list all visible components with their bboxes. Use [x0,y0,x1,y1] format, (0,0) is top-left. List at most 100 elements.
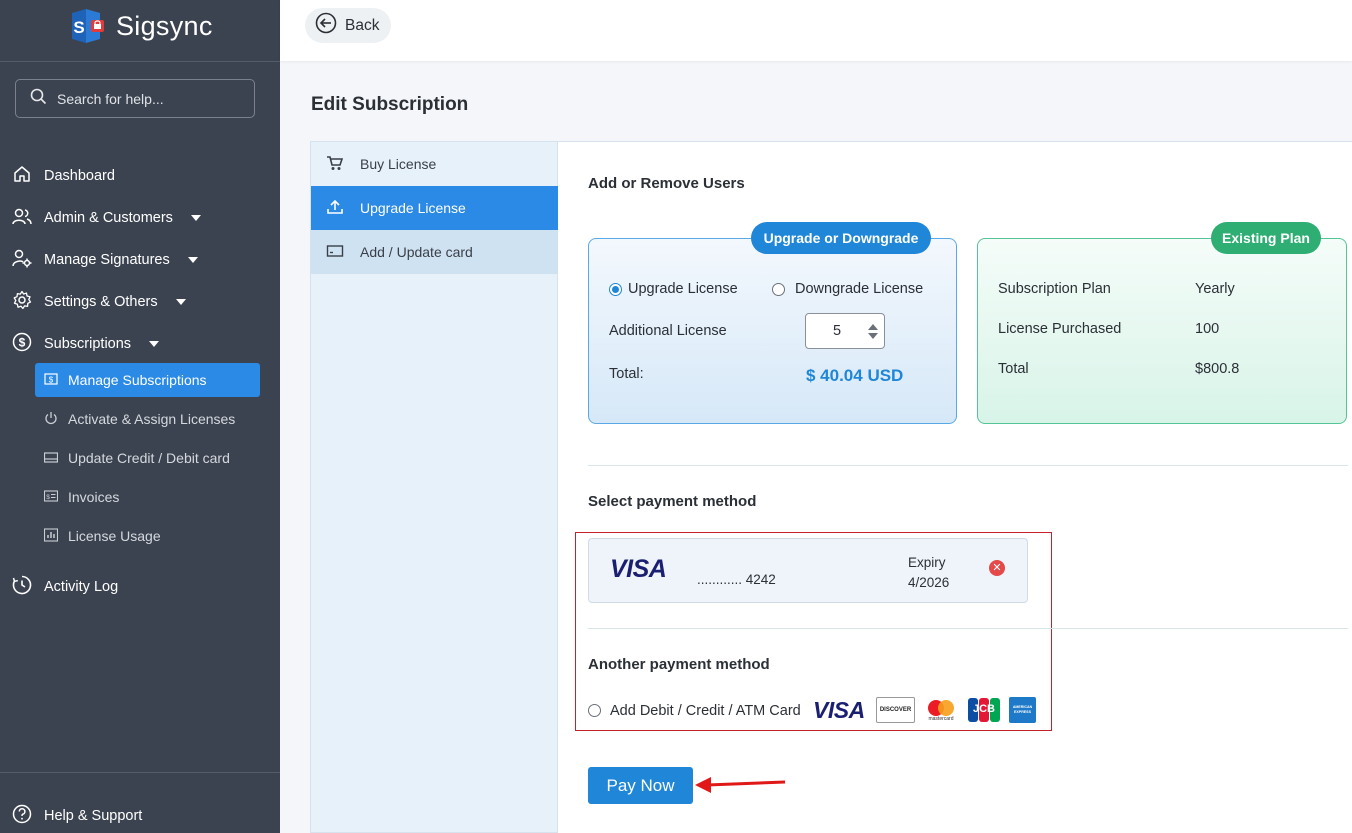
sidebar-item-label: Admin & Customers [44,210,173,226]
home-icon [12,164,32,188]
app-logo[interactable]: S Sigsync [70,8,213,44]
remove-card-icon[interactable]: ✕ [989,560,1005,576]
cart-icon [326,155,344,174]
tab-buy-license[interactable]: Buy License [311,142,558,186]
upgrade-downgrade-badge: Upgrade or Downgrade [751,222,931,254]
upgrade-license-label[interactable]: Upgrade License [628,281,738,297]
card-icon [326,243,344,262]
sidebar-subitem-label: License Usage [68,528,161,544]
caret-down-icon [175,299,186,305]
plan-row-label: License Purchased [998,321,1122,337]
sidebar-item-dashboard[interactable]: Dashboard [12,164,115,188]
additional-license-stepper[interactable]: 5 [805,313,885,349]
dollar-circle-icon: $ [12,332,32,356]
pay-now-button[interactable]: Pay Now [588,767,693,804]
sidebar-subitem-update-card[interactable]: Update Credit / Debit card [35,441,260,475]
upgrade-license-radio[interactable] [609,283,622,296]
svg-text:$: $ [19,336,26,350]
add-card-radio[interactable] [588,704,601,717]
sidebar-subitem-activate-assign[interactable]: Activate & Assign Licenses [35,402,260,436]
downgrade-license-radio[interactable] [772,283,785,296]
annotation-arrow-icon [695,777,786,793]
sidebar-subitem-invoices[interactable]: $ Invoices [35,480,260,514]
sidebar-item-label: Subscriptions [44,336,132,352]
card-expiry: Expiry 4/2026 [908,553,949,593]
svg-text:S: S [73,18,84,37]
sidebar-subitem-label: Manage Subscriptions [68,372,207,388]
visa-brand-icon: VISA [813,697,865,723]
sidebar-subitem-manage-subscriptions[interactable]: $ Manage Subscriptions [35,363,260,397]
plan-row-label: Total [998,361,1029,377]
saved-card[interactable]: VISA ............ 4242 Expiry 4/2026 ✕ [588,538,1028,603]
sidebar-divider [0,61,280,62]
another-payment-heading: Another payment method [588,656,770,673]
subscription-tabs: Buy License Upgrade License Add / Update… [310,141,558,833]
stepper-down-icon[interactable] [868,332,878,339]
amex-brand-icon: AMERICAN EXPRESS [1009,697,1036,723]
tab-label: Upgrade License [360,200,466,216]
downgrade-license-label[interactable]: Downgrade License [795,281,923,297]
jcb-brand-icon: JCB [967,697,1001,723]
caret-down-icon [190,215,201,221]
sidebar-item-manage-signatures[interactable]: Manage Signatures [12,248,198,272]
back-label: Back [345,16,380,34]
amex-brand-text: AMERICAN EXPRESS [1012,705,1033,714]
upgrade-downgrade-card: Upgrade or Downgrade Upgrade License Dow… [588,222,957,424]
bar-chart-icon [43,527,59,545]
expiry-label: Expiry [908,555,946,570]
upload-icon [326,199,344,218]
back-button[interactable]: Back [305,8,392,43]
sidebar-subitem-label: Invoices [68,489,120,505]
sidebar-item-help-support[interactable]: Help & Support [12,804,142,828]
sidebar-item-label: Dashboard [44,168,115,184]
visa-logo: VISA [610,555,667,583]
sidebar-item-admin-customers[interactable]: Admin & Customers [12,206,201,230]
sidebar-item-label: Help & Support [44,808,143,824]
additional-license-label: Additional License [609,323,727,339]
sidebar-item-activity-log[interactable]: Activity Log [12,575,118,599]
plan-row-label: Subscription Plan [998,281,1111,297]
total-label: Total: [609,366,644,382]
sidebar-item-label: Activity Log [44,579,119,595]
app-name: Sigsync [116,10,213,41]
stepper-up-icon[interactable] [868,323,878,330]
svg-text:$: $ [46,494,50,501]
top-bar: Back [280,0,1352,61]
users-heading: Add or Remove Users [588,175,745,192]
expiry-value: 4/2026 [908,575,950,590]
jcb-brand-text: JCB [972,703,995,715]
mastercard-brand-text: mastercard [928,716,954,722]
tab-upgrade-license[interactable]: Upgrade License [311,186,558,230]
gear-icon [12,290,32,314]
additional-license-value[interactable]: 5 [806,323,868,339]
sidebar-item-label: Settings & Others [44,294,158,310]
svg-text:$: $ [49,375,54,384]
edit-subscription-panel: Add or Remove Users Upgrade or Downgrade… [558,141,1352,833]
search-box[interactable] [15,79,255,118]
total-value: $ 40.04 USD [806,366,904,385]
arrow-left-circle-icon [315,12,337,39]
user-settings-icon [12,248,32,272]
sidebar-item-subscriptions[interactable]: $ Subscriptions [12,332,160,356]
payment-method-heading: Select payment method [588,493,757,510]
power-icon [44,411,58,428]
sidebar-item-settings-others[interactable]: Settings & Others [12,290,186,314]
sigsync-logo-icon: S [70,9,110,43]
help-circle-icon [12,804,32,828]
sidebar-item-label: Manage Signatures [44,252,170,268]
tab-label: Buy License [360,156,437,172]
search-input[interactable] [57,90,247,107]
stepper-arrows[interactable] [868,323,878,339]
sidebar-subitem-license-usage[interactable]: License Usage [35,519,260,553]
add-card-label[interactable]: Add Debit / Credit / ATM Card [610,703,801,719]
invoice-icon: $ [43,489,59,506]
sidebar-divider [0,772,280,773]
caret-down-icon [149,341,160,347]
users-icon [12,206,32,230]
plan-row-value: 100 [1195,321,1220,337]
mastercard-brand-icon: mastercard [924,697,958,723]
discover-brand-text: DISCOVER [879,707,912,713]
tab-add-update-card[interactable]: Add / Update card [311,230,558,274]
caret-down-icon [187,257,198,263]
tab-label: Add / Update card [360,244,473,260]
